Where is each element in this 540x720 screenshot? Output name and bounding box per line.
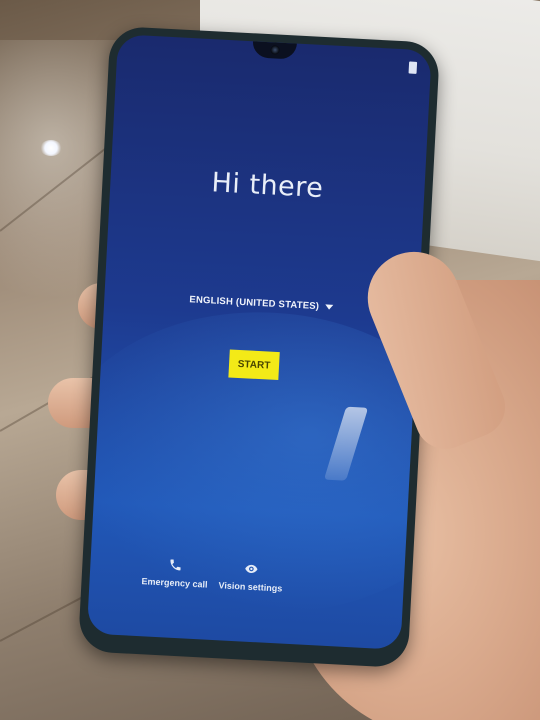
battery-icon xyxy=(408,61,418,74)
language-label: ENGLISH (UNITED STATES) xyxy=(189,294,320,313)
start-button[interactable]: START xyxy=(228,349,280,381)
emergency-call-label: Emergency call xyxy=(141,576,208,590)
chevron-down-icon xyxy=(324,304,334,310)
eye-icon xyxy=(245,564,258,573)
light-reflection xyxy=(40,140,62,156)
photo-scene: Hi there ENGLISH (UNITED STATES) START E… xyxy=(0,0,540,720)
setup-screen: Hi there ENGLISH (UNITED STATES) START E… xyxy=(86,34,432,650)
screen-notch xyxy=(252,41,297,60)
phone-icon xyxy=(170,559,181,571)
vision-settings-button[interactable]: Vision settings xyxy=(205,560,296,595)
welcome-title: Hi there xyxy=(210,167,325,205)
front-camera xyxy=(269,45,280,55)
